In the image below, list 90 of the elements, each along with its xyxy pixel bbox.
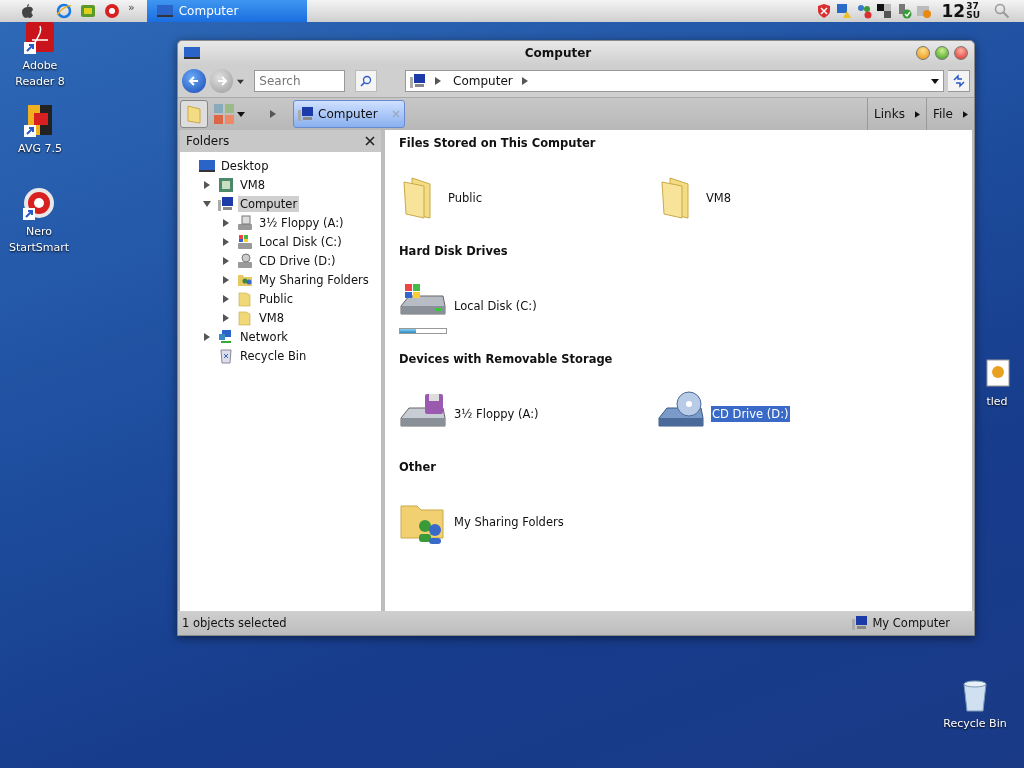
- group-heading: Hard Disk Drives: [399, 244, 509, 260]
- item-label[interactable]: CD Drive (D:): [711, 406, 790, 422]
- expand-arrow-icon[interactable]: [222, 218, 230, 227]
- trash-icon: [218, 347, 234, 364]
- tree-item[interactable]: My Sharing Folders: [257, 271, 371, 288]
- users-icon[interactable]: [855, 3, 872, 19]
- tree-item[interactable]: CD Drive (D:): [257, 252, 338, 269]
- item-label[interactable]: 3½ Floppy (A:): [453, 406, 540, 422]
- arrow-icon[interactable]: [914, 110, 920, 118]
- disk-icon: [237, 233, 253, 250]
- overflow-chevron[interactable]: »: [128, 0, 135, 14]
- collapse-arrow-icon[interactable]: [203, 199, 211, 208]
- status-location: My Computer: [872, 616, 950, 630]
- folders-button[interactable]: [180, 100, 208, 128]
- back-button[interactable]: [182, 69, 206, 93]
- minimize-button[interactable]: [916, 46, 930, 60]
- search-button[interactable]: [355, 70, 378, 92]
- apple-icon[interactable]: [20, 3, 36, 19]
- arrow-icon[interactable]: [434, 77, 443, 85]
- expand-arrow-icon[interactable]: [203, 332, 211, 341]
- app-icon[interactable]: [104, 3, 120, 19]
- clock-day: SU: [966, 11, 980, 20]
- expand-arrow-icon[interactable]: [222, 313, 230, 322]
- desktop-icon-label[interactable]: Adobe Reader 8: [5, 58, 75, 90]
- expand-arrow-icon[interactable]: [203, 180, 211, 189]
- arrow-icon[interactable]: [963, 110, 968, 118]
- search-icon[interactable]: [360, 75, 373, 87]
- group-heading: Files Stored on This Computer: [399, 136, 597, 152]
- checker-icon[interactable]: [875, 3, 892, 19]
- breadcrumb[interactable]: Computer: [453, 74, 513, 88]
- group-heading: Other: [399, 460, 437, 476]
- item-label[interactable]: VM8: [705, 190, 733, 206]
- tree-item[interactable]: Desktop: [219, 157, 271, 174]
- computer-icon: [298, 106, 314, 122]
- close-icon[interactable]: [365, 136, 375, 146]
- clock-minute: 37: [966, 2, 980, 11]
- desktop-icon-label[interactable]: Recycle Bin: [943, 716, 1007, 732]
- drive-icon: [237, 214, 253, 231]
- active-task-button[interactable]: Computer: [146, 0, 307, 22]
- expand-arrow-icon[interactable]: [222, 256, 230, 265]
- zoom-button[interactable]: [935, 46, 949, 60]
- pane-title: Folders: [186, 134, 230, 148]
- desktop-icon-label[interactable]: tled: [986, 394, 1008, 410]
- desktop-icon-label[interactable]: Nero StartSmart: [4, 224, 74, 256]
- clock-hour: 12: [941, 1, 966, 21]
- tree-item[interactable]: Local Disk (C:): [257, 233, 344, 250]
- document-app-icon: [24, 22, 56, 54]
- back-arrow-icon[interactable]: [187, 75, 200, 87]
- chip-icon: [218, 176, 234, 193]
- desktop-icon: [199, 157, 215, 174]
- app-icon[interactable]: [80, 3, 96, 19]
- tree-item[interactable]: VM8: [257, 309, 287, 326]
- network-icon: [218, 328, 234, 345]
- folder-icon: [661, 177, 689, 219]
- tab[interactable]: Computer: [293, 100, 405, 128]
- expand-arrow-icon[interactable]: [222, 237, 230, 246]
- desktop-icon: [184, 45, 200, 61]
- disc-app-icon: [23, 188, 55, 220]
- expand-arrow-icon[interactable]: [222, 275, 230, 284]
- item-label[interactable]: Public: [447, 190, 484, 206]
- computer-icon: [218, 195, 234, 212]
- arrow-icon[interactable]: [520, 77, 529, 85]
- dropdown-arrow-icon[interactable]: [237, 110, 245, 118]
- window-title: Computer: [524, 46, 592, 60]
- status-text: 1 objects selected: [182, 616, 287, 630]
- computer-icon: [410, 73, 427, 89]
- tree-item[interactable]: Public: [257, 290, 296, 307]
- cd-drive-icon: [237, 252, 253, 269]
- folder-icon: [237, 290, 253, 307]
- folder-icon: [403, 177, 431, 219]
- item-label[interactable]: Local Disk (C:): [453, 298, 538, 314]
- dropdown-arrow-icon[interactable]: [931, 77, 940, 85]
- group-heading: Devices with Removable Storage: [399, 352, 614, 368]
- tree-item[interactable]: Network: [238, 328, 291, 345]
- tree-item[interactable]: VM8: [238, 176, 268, 193]
- desktop-icon-label[interactable]: AVG 7.5: [18, 141, 62, 157]
- item-label[interactable]: My Sharing Folders: [453, 514, 565, 530]
- expand-arrow-icon[interactable]: [222, 294, 230, 303]
- search-field[interactable]: Search: [254, 70, 346, 92]
- computer-icon: [852, 615, 869, 631]
- dropdown-arrow-icon[interactable]: [237, 77, 245, 85]
- address-bar[interactable]: Computer: [405, 70, 945, 92]
- tree-item[interactable]: 3½ Floppy (A:): [257, 214, 346, 231]
- folder-icon: [237, 309, 253, 326]
- shield-icon[interactable]: [815, 3, 832, 19]
- close-button[interactable]: [954, 46, 968, 60]
- desktop-icon: [156, 3, 173, 19]
- tree-item[interactable]: Recycle Bin: [238, 347, 309, 364]
- tree-item[interactable]: Computer: [238, 195, 300, 212]
- browser-icon[interactable]: [56, 3, 72, 19]
